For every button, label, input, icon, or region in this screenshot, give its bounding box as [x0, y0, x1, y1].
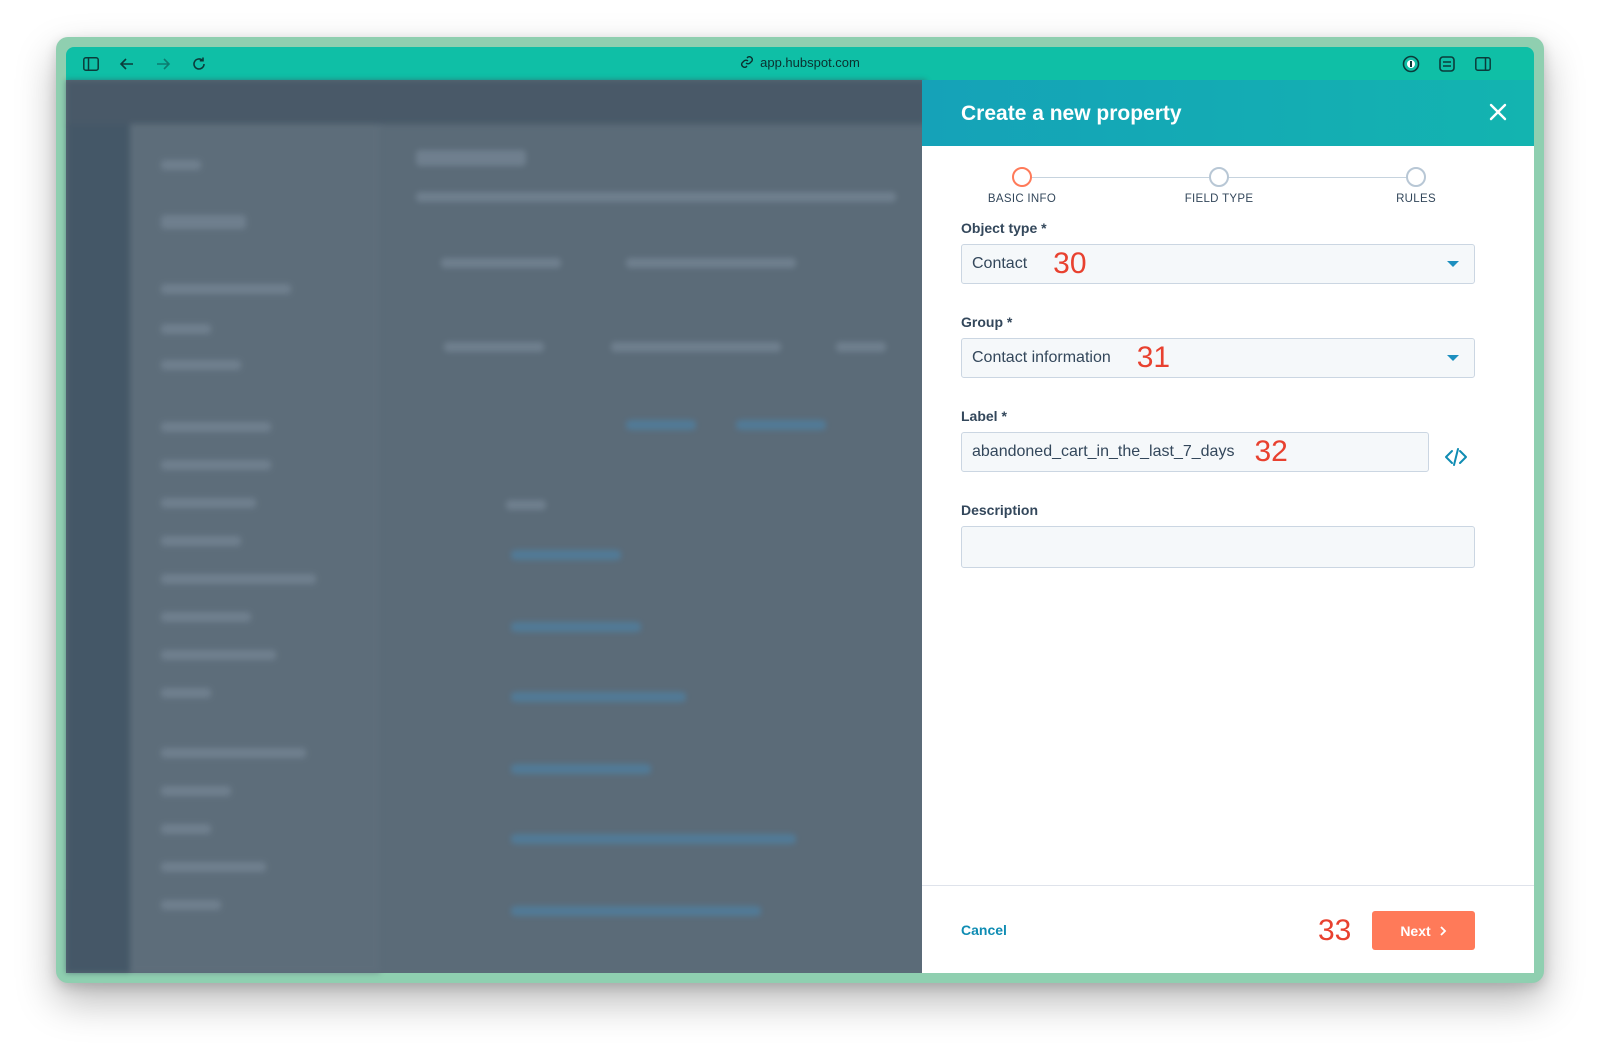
- step-label: BASIC INFO: [987, 193, 1057, 205]
- bg-placeholder: [161, 900, 221, 910]
- object-type-value: Contact: [972, 255, 1028, 272]
- bg-placeholder: [161, 422, 271, 432]
- create-property-panel: Create a new property BASIC INFO FIELD T…: [922, 80, 1534, 973]
- group-select[interactable]: Contact information 31: [961, 338, 1475, 378]
- browser-toolbar: app.hubspot.com: [66, 47, 1534, 80]
- description-field: Description: [961, 502, 1495, 568]
- object-type-select[interactable]: Contact 30: [961, 244, 1475, 284]
- label-input[interactable]: abandoned_cart_in_the_last_7_days 32: [961, 432, 1429, 472]
- bg-placeholder: [511, 834, 796, 844]
- next-button-label: Next: [1400, 922, 1431, 939]
- bg-placeholder: [161, 536, 241, 546]
- bg-placeholder: [506, 500, 546, 510]
- cancel-button[interactable]: Cancel: [961, 922, 1007, 938]
- bg-placeholder: [161, 824, 211, 834]
- step-annotation: 30: [1053, 247, 1087, 280]
- bg-placeholder: [161, 460, 271, 470]
- app-viewport: Create a new property BASIC INFO FIELD T…: [66, 80, 1534, 973]
- address-bar[interactable]: app.hubspot.com: [66, 55, 1534, 72]
- step-field-type: FIELD TYPE: [1159, 167, 1279, 205]
- bg-settings-sidebar: [130, 124, 380, 973]
- property-form: Object type * Contact 30 Group * Contact…: [922, 220, 1534, 568]
- panel-header: Create a new property: [922, 80, 1534, 146]
- step-label: RULES: [1396, 193, 1436, 205]
- panel-footer: Cancel 33 Next: [922, 885, 1534, 973]
- split-view-icon[interactable]: [1472, 53, 1494, 75]
- step-annotation: 32: [1254, 435, 1288, 468]
- bg-nav-rail: [66, 124, 130, 973]
- extension-icon[interactable]: [1436, 53, 1458, 75]
- dropdown-caret-icon: [1447, 261, 1459, 267]
- step-rules: RULES: [1356, 167, 1476, 205]
- bg-placeholder: [511, 906, 761, 916]
- bg-placeholder: [444, 342, 544, 352]
- step-indicator-icon: [1012, 167, 1032, 187]
- bg-placeholder: [836, 342, 886, 352]
- password-manager-icon[interactable]: [1400, 53, 1422, 75]
- bg-placeholder: [161, 862, 266, 872]
- bg-placeholder: [161, 748, 306, 758]
- panel-title: Create a new property: [961, 102, 1182, 125]
- label-label: Label *: [961, 408, 1007, 424]
- bg-placeholder: [161, 650, 276, 660]
- bg-placeholder: [161, 688, 211, 698]
- bg-placeholder: [511, 764, 651, 774]
- step-basic-info: BASIC INFO: [962, 167, 1082, 205]
- bg-placeholder: [416, 192, 896, 202]
- group-field: Group * Contact information 31: [961, 314, 1495, 378]
- url-text: app.hubspot.com: [760, 55, 860, 70]
- close-button[interactable]: [1484, 98, 1512, 126]
- link-icon: [740, 55, 754, 72]
- bg-placeholder: [511, 692, 686, 702]
- label-field: Label * abandoned_cart_in_the_last_7_day…: [961, 408, 1495, 472]
- bg-placeholder: [161, 360, 241, 370]
- description-label: Description: [961, 502, 1039, 518]
- next-button[interactable]: Next: [1372, 911, 1475, 950]
- code-icon[interactable]: [1444, 445, 1468, 469]
- step-annotation: 33: [1318, 914, 1352, 947]
- bg-placeholder: [161, 284, 291, 294]
- bg-placeholder: [611, 342, 781, 352]
- step-label: FIELD TYPE: [1184, 193, 1254, 205]
- step-indicator-icon: [1209, 167, 1229, 187]
- bg-placeholder: [626, 420, 696, 430]
- group-value: Contact information: [972, 349, 1111, 366]
- bg-placeholder: [511, 622, 641, 632]
- close-icon: [1489, 103, 1507, 121]
- bg-placeholder: [416, 150, 526, 166]
- bg-placeholder: [161, 574, 316, 584]
- bg-placeholder: [161, 324, 211, 334]
- bg-placeholder: [441, 258, 561, 268]
- bg-placeholder: [736, 420, 826, 430]
- step-indicator-icon: [1406, 167, 1426, 187]
- chevron-right-icon: [1439, 923, 1447, 939]
- object-type-field: Object type * Contact 30: [961, 220, 1495, 284]
- progress-stepper: BASIC INFO FIELD TYPE RULES: [922, 146, 1534, 220]
- browser-window: app.hubspot.com Create a new property BA…: [56, 37, 1544, 983]
- description-input[interactable]: [961, 526, 1475, 568]
- bg-placeholder: [161, 215, 246, 229]
- bg-placeholder: [511, 550, 621, 560]
- bg-placeholder: [161, 612, 251, 622]
- object-type-label: Object type *: [961, 220, 1047, 236]
- label-input-value: abandoned_cart_in_the_last_7_days: [972, 443, 1235, 460]
- group-label: Group *: [961, 314, 1013, 330]
- bg-topbar: [66, 80, 926, 124]
- dropdown-caret-icon: [1447, 355, 1459, 361]
- bg-placeholder: [161, 786, 231, 796]
- blurred-background-app: [66, 80, 926, 973]
- bg-placeholder: [626, 258, 796, 268]
- bg-placeholder: [161, 160, 201, 170]
- step-annotation: 31: [1136, 341, 1171, 374]
- bg-placeholder: [161, 498, 256, 508]
